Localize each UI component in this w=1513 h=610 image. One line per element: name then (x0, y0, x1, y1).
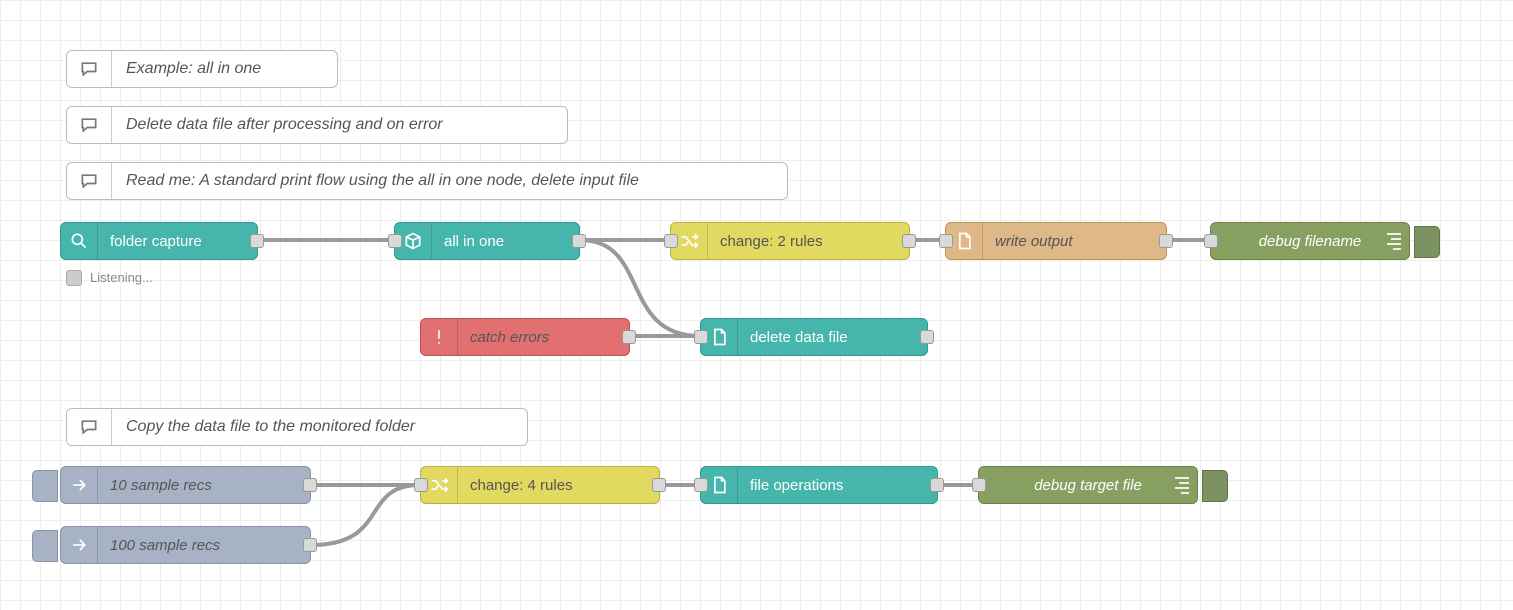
node-change-4-rules[interactable]: change: 4 rules (420, 466, 660, 504)
output-port[interactable] (303, 538, 317, 552)
comment-node[interactable]: Example: all in one (66, 50, 338, 88)
comment-text: Delete data file after processing and on… (112, 107, 457, 143)
node-label: catch errors (458, 329, 561, 346)
arrow-right-icon (61, 467, 98, 503)
node-folder-capture[interactable]: folder capture (60, 222, 258, 260)
node-debug-filename[interactable]: debug filename (1210, 222, 1410, 260)
node-label: 10 sample recs (98, 477, 224, 494)
input-port[interactable] (972, 478, 986, 492)
comment-icon (67, 107, 112, 143)
node-file-operations[interactable]: file operations (700, 466, 938, 504)
comment-icon (67, 163, 112, 199)
input-port[interactable] (388, 234, 402, 248)
arrow-right-icon (61, 527, 98, 563)
output-port[interactable] (920, 330, 934, 344)
node-label: delete data file (738, 329, 860, 346)
output-port[interactable] (902, 234, 916, 248)
comment-node[interactable]: Copy the data file to the monitored fold… (66, 408, 528, 446)
node-label: write output (983, 233, 1085, 250)
comment-node[interactable]: Delete data file after processing and on… (66, 106, 568, 144)
input-port[interactable] (1204, 234, 1218, 248)
wires-layer (0, 0, 1513, 610)
status-dot (66, 270, 82, 286)
node-debug-target[interactable]: debug target file (978, 466, 1198, 504)
node-inject-10[interactable]: 10 sample recs (60, 466, 311, 504)
input-port[interactable] (694, 478, 708, 492)
output-port[interactable] (652, 478, 666, 492)
comment-node[interactable]: Read me: A standard print flow using the… (66, 162, 788, 200)
output-port[interactable] (930, 478, 944, 492)
node-catch-errors[interactable]: catch errors (420, 318, 630, 356)
node-label: folder capture (98, 233, 214, 250)
flow-canvas[interactable]: { "comments": { "c1": "Example: all in o… (0, 0, 1513, 610)
node-label: change: 4 rules (458, 477, 585, 494)
inject-button[interactable] (32, 530, 58, 562)
node-all-in-one[interactable]: all in one (394, 222, 580, 260)
comment-text: Example: all in one (112, 51, 275, 87)
node-label: file operations (738, 477, 855, 494)
node-delete-data-file[interactable]: delete data file (700, 318, 928, 356)
search-icon (61, 223, 98, 259)
node-label: change: 2 rules (708, 233, 835, 250)
node-label: debug target file (979, 477, 1197, 494)
node-label: debug filename (1211, 233, 1409, 250)
status-text: Listening... (90, 270, 153, 285)
output-port[interactable] (303, 478, 317, 492)
output-port[interactable] (622, 330, 636, 344)
output-port[interactable] (1159, 234, 1173, 248)
input-port[interactable] (939, 234, 953, 248)
comment-text: Read me: A standard print flow using the… (112, 163, 653, 199)
output-port[interactable] (250, 234, 264, 248)
input-port[interactable] (664, 234, 678, 248)
comment-icon (67, 51, 112, 87)
node-label: 100 sample recs (98, 537, 232, 554)
output-port[interactable] (572, 234, 586, 248)
debug-toggle-button[interactable] (1414, 226, 1440, 258)
alert-icon (421, 319, 458, 355)
debug-bars-icon (1171, 467, 1189, 503)
node-write-output[interactable]: write output (945, 222, 1167, 260)
input-port[interactable] (414, 478, 428, 492)
inject-button[interactable] (32, 470, 58, 502)
node-change-2-rules[interactable]: change: 2 rules (670, 222, 910, 260)
node-inject-100[interactable]: 100 sample recs (60, 526, 311, 564)
comment-text: Copy the data file to the monitored fold… (112, 409, 429, 445)
debug-toggle-button[interactable] (1202, 470, 1228, 502)
comment-icon (67, 409, 112, 445)
debug-bars-icon (1383, 223, 1401, 259)
input-port[interactable] (694, 330, 708, 344)
node-label: all in one (432, 233, 516, 250)
